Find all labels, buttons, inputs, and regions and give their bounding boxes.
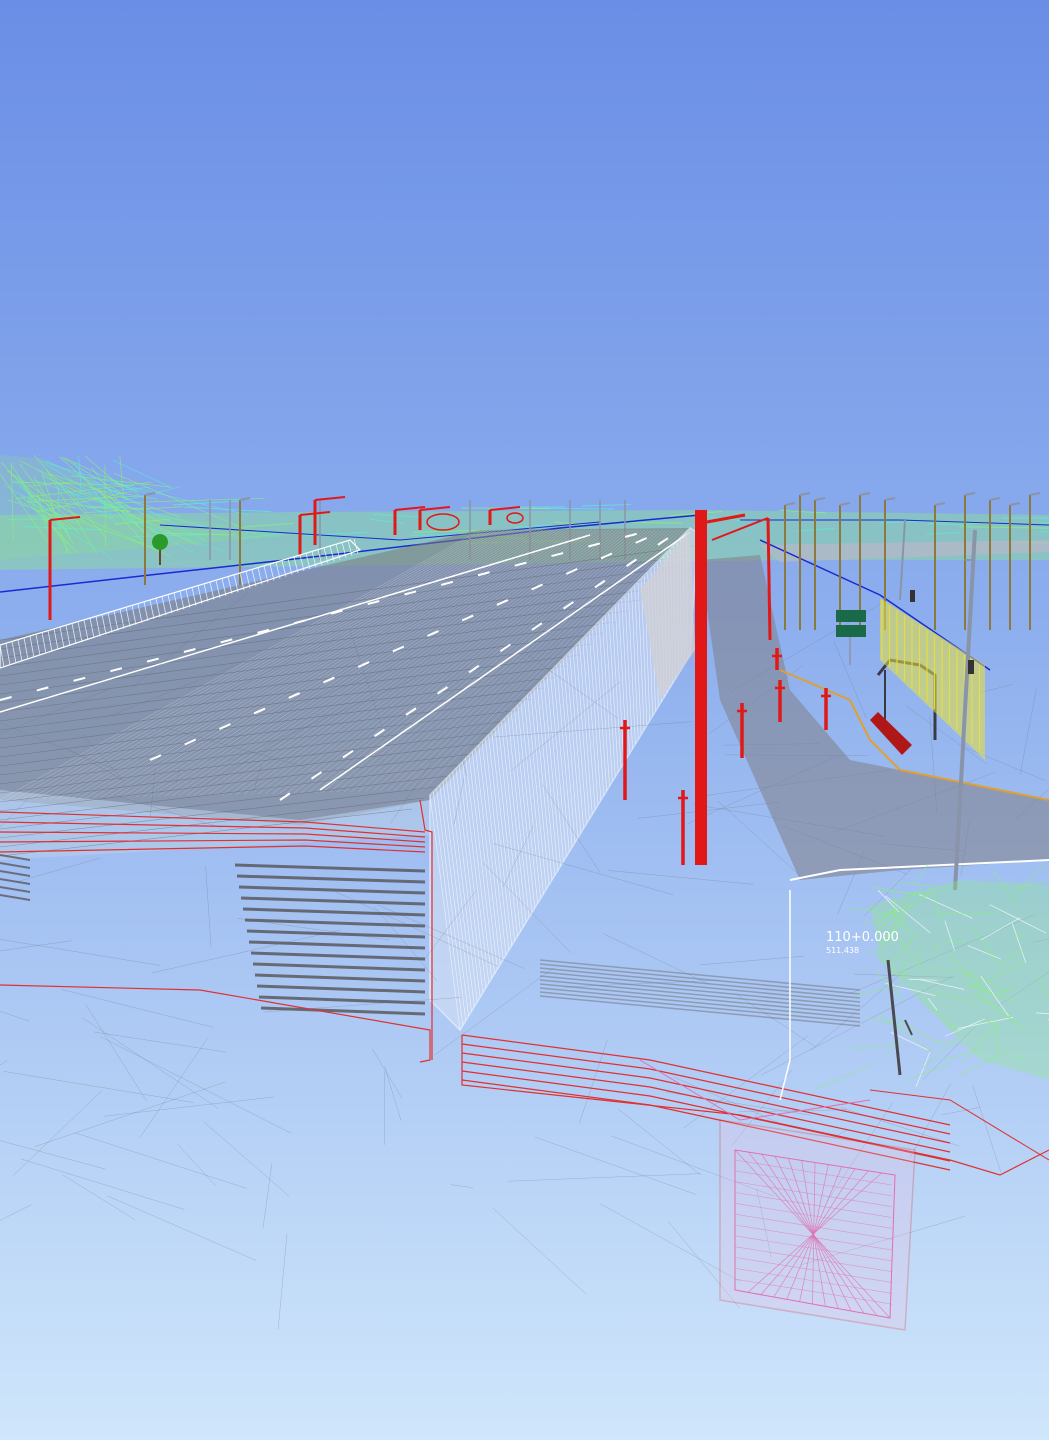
traffic-signal xyxy=(968,660,974,674)
tree xyxy=(152,534,168,550)
street-sign xyxy=(836,610,866,622)
main-light-pole xyxy=(695,510,707,865)
station-label: 110+0.000 xyxy=(826,930,899,945)
secondary-pole xyxy=(766,517,772,641)
station-sublabel: 511.438 xyxy=(826,946,859,955)
bridge-model-viewport[interactable]: 110+0.000 511.438 xyxy=(0,0,1049,1440)
street-sign xyxy=(836,625,866,637)
traffic-signal xyxy=(910,590,915,602)
